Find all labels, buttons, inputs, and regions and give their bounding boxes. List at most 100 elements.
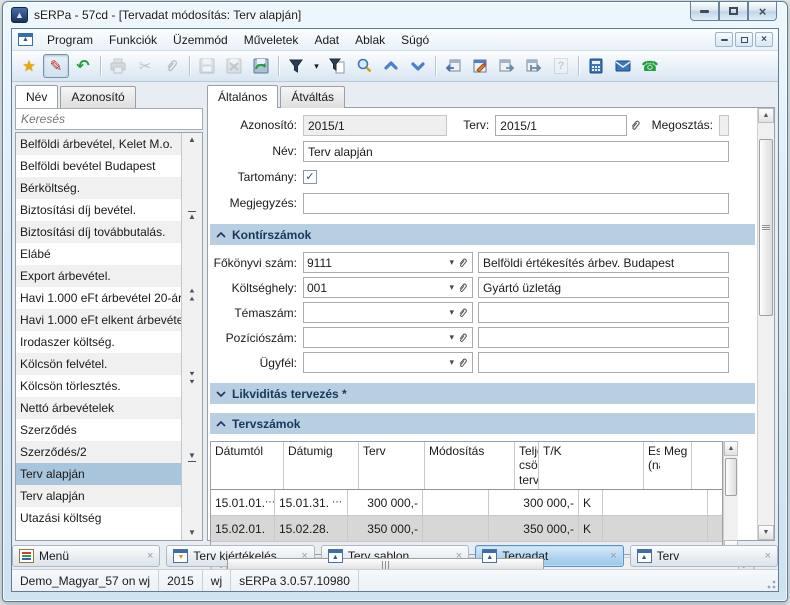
search-button[interactable] (351, 54, 377, 78)
mdi-minimize-button[interactable] (715, 32, 733, 47)
paperclip-icon[interactable] (457, 306, 469, 320)
column-header[interactable]: Dátumig (284, 442, 359, 489)
kontir-combo[interactable]: 001 ▾ (303, 277, 473, 298)
paperclip-icon[interactable] (457, 281, 469, 295)
scroll-thumb[interactable] (759, 139, 773, 316)
column-header[interactable]: Esedékesség (nap) (644, 442, 660, 489)
window-next-button[interactable] (521, 54, 547, 78)
window-back-button[interactable] (440, 54, 466, 78)
table-scrollbar[interactable]: ▲ ▼ (723, 441, 738, 555)
tab-nev[interactable]: Név (15, 85, 58, 108)
list-item[interactable]: Terv alapján (16, 485, 181, 507)
close-tab-icon[interactable]: × (147, 550, 153, 562)
minimize-button[interactable] (690, 2, 719, 21)
page-down-icon[interactable]: ▼▼ (188, 370, 196, 386)
kontir-combo[interactable]: 9111 ▾ (303, 252, 473, 273)
dropdown-icon[interactable]: ▾ (446, 282, 457, 293)
prev-record-button[interactable] (378, 54, 404, 78)
dropdown-icon[interactable]: ▾ (446, 257, 457, 268)
menu-item[interactable]: Program (39, 30, 101, 50)
column-header[interactable]: Meg (660, 442, 692, 489)
list-item[interactable]: Export árbevétel. (16, 265, 181, 287)
list-item[interactable]: Utazási költség (16, 507, 181, 529)
tab-atvaltas[interactable]: Átváltás (280, 86, 345, 108)
save-button[interactable] (194, 54, 220, 78)
paperclip-icon[interactable] (457, 256, 469, 270)
scroll-up-icon[interactable]: ▲ (724, 441, 738, 456)
window-edit-button[interactable] (467, 54, 493, 78)
kontir-desc-field[interactable]: Gyártó üzletág (478, 277, 729, 298)
mdi-restore-button[interactable] (735, 32, 753, 47)
kontir-combo[interactable]: ▾ (303, 327, 473, 348)
ellipsis-button[interactable]: ⋯ (265, 497, 275, 508)
print-button[interactable] (105, 54, 131, 78)
column-header[interactable]: Teljesítéssel csökk. terv (515, 442, 539, 489)
menu-item[interactable]: Ablak (347, 30, 393, 50)
list-item[interactable]: Terv alapján (16, 463, 181, 485)
azonosito-field[interactable]: 2015/1 (303, 115, 447, 136)
section-tervszamok[interactable]: Tervszámok (210, 413, 755, 434)
calculator-button[interactable] (583, 54, 609, 78)
tartomany-checkbox[interactable]: ✓ (303, 170, 317, 184)
nev-field[interactable]: Terv alapján (303, 141, 729, 162)
search-input[interactable] (15, 108, 203, 130)
tab-altalanos[interactable]: Általános (207, 85, 278, 108)
section-likviditas[interactable]: Likviditás tervezés * (210, 383, 755, 404)
kontir-desc-field[interactable]: Belföldi értékesítés árbev. Budapest (478, 252, 729, 273)
list-item[interactable]: Havi 1.000 eFt árbevétel 20-ár (16, 287, 181, 309)
column-header[interactable]: Terv (359, 442, 425, 489)
list-item[interactable]: Belföldi bevétel Budapest (16, 155, 181, 177)
preview-button[interactable]: ✂ (132, 54, 158, 78)
kontir-desc-field[interactable] (478, 327, 729, 348)
megjegyzes-field[interactable] (303, 193, 729, 214)
window-tab[interactable]: ▲ ▼ Menü × (12, 545, 160, 567)
tab-azonosito[interactable]: Azonosító (60, 86, 135, 108)
column-header[interactable]: Módosítás (425, 442, 515, 489)
list-item[interactable]: Elábé (16, 243, 181, 265)
filter-dropdown-button[interactable]: ▾ (310, 54, 323, 78)
page-up-icon[interactable]: ▲▲ (188, 287, 196, 303)
menu-item[interactable]: Adat (306, 30, 347, 50)
scroll-first-icon[interactable]: ▲ (188, 211, 196, 221)
list-item[interactable]: Szerződés/2 (16, 441, 181, 463)
paperclip-icon[interactable] (457, 356, 469, 370)
table-row[interactable]: 15.02.01.⋯ 15.02.28.⋯ 350 000,- 350 000,… (211, 516, 722, 542)
next-record-button[interactable] (405, 54, 431, 78)
scroll-down-icon[interactable]: ▼ (758, 525, 774, 540)
list-item[interactable]: Szerződés (16, 419, 181, 441)
list-scrollbar[interactable]: ▲ ▲ ▲▲ ▼▼ ▼ ▼ (181, 133, 202, 540)
kontir-combo[interactable]: ▾ (303, 302, 473, 323)
dropdown-icon[interactable]: ▾ (446, 357, 457, 368)
list-item[interactable]: Biztosítási díj továbbutalás. (16, 221, 181, 243)
list-item[interactable]: Kölcsön törlesztés. (16, 375, 181, 397)
close-button[interactable]: × (748, 2, 777, 21)
scroll-last-icon[interactable]: ▼ (188, 452, 196, 462)
dropdown-icon[interactable]: ▾ (446, 332, 457, 343)
menu-item[interactable]: Funkciók (101, 30, 165, 50)
paperclip-icon[interactable] (457, 331, 469, 345)
close-tab-icon[interactable]: × (765, 550, 771, 562)
title-bar[interactable]: ▲ sERPa - 57cd - [Tervadat módosítás: Te… (3, 2, 787, 28)
list-item[interactable]: Bérköltség. (16, 177, 181, 199)
kontir-combo[interactable]: ▾ (303, 352, 473, 373)
section-kontirszamok[interactable]: Kontírszámok (210, 224, 755, 245)
list-item[interactable]: Biztosítási díj bevétel. (16, 199, 181, 221)
save-close-button[interactable] (221, 54, 247, 78)
menu-item[interactable]: Súgó (393, 30, 437, 50)
panel-scrollbar[interactable]: ▲ ▼ (757, 108, 774, 540)
filter-button[interactable] (283, 54, 309, 78)
save-refresh-button[interactable] (248, 54, 274, 78)
scroll-up-icon[interactable]: ▲ (188, 136, 196, 144)
maximize-button[interactable] (719, 2, 748, 21)
kontir-desc-field[interactable] (478, 352, 729, 373)
scroll-thumb[interactable] (725, 458, 737, 496)
column-header[interactable]: T/K (539, 442, 644, 489)
list-item[interactable]: Havi 1.000 eFt elkent árbevéte (16, 309, 181, 331)
attach-button[interactable] (159, 54, 185, 78)
scroll-up-icon[interactable]: ▲ (758, 108, 774, 123)
list-item[interactable]: Nettó árbevételek (16, 397, 181, 419)
menu-item[interactable]: Műveletek (236, 30, 307, 50)
ellipsis-button[interactable]: ⋯ (332, 497, 343, 508)
phone-button[interactable]: ☎ (637, 54, 663, 78)
list-item[interactable]: Kölcsön felvétel. (16, 353, 181, 375)
